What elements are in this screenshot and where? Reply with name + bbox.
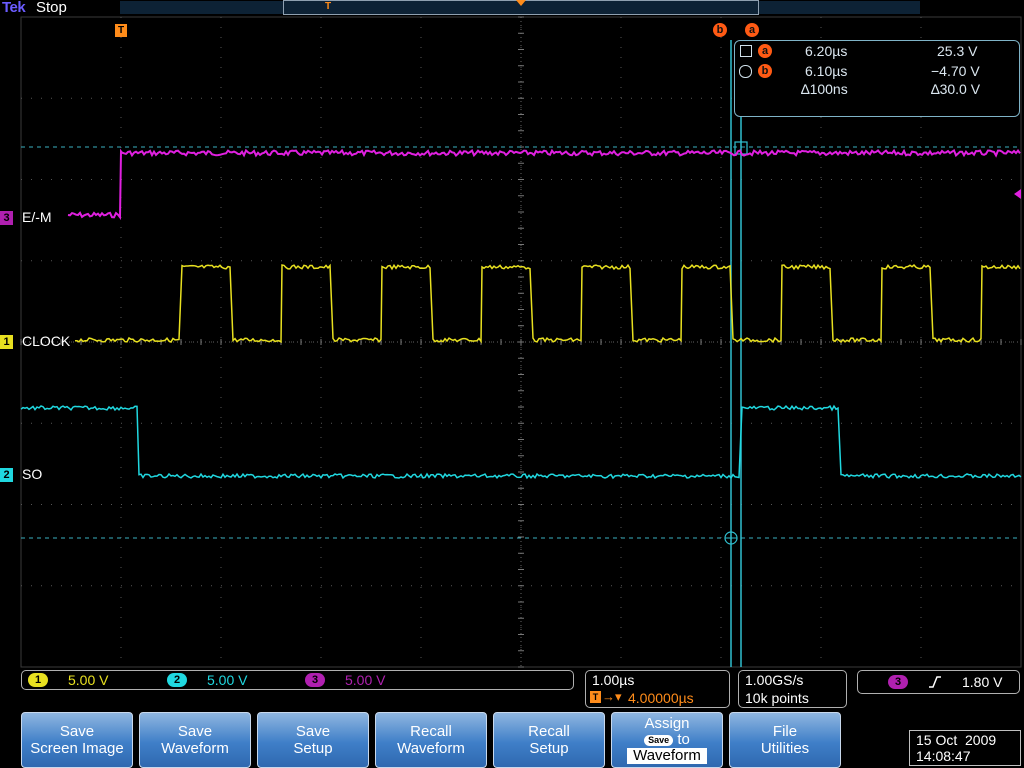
bezel-label: Waveform: [627, 748, 707, 764]
bezel-label: Waveform: [397, 740, 465, 757]
cursor-delta-time: ∆100ns: [801, 81, 848, 97]
horizontal-scale: 1.00µs: [592, 672, 635, 688]
channel-2-scale[interactable]: 5.00 V: [207, 672, 247, 688]
trigger-source-badge: 3: [888, 675, 908, 689]
bezel-label: File: [772, 723, 798, 740]
horizontal-arrow-icon: →▾: [602, 689, 622, 704]
channel-1-scale[interactable]: 5.00 V: [68, 672, 108, 688]
assign-save-button[interactable]: Assign Save to Waveform: [611, 712, 723, 768]
vertical-settings-bar[interactable]: 1 5.00 V 2 5.00 V 3 5.00 V: [21, 670, 574, 690]
cursor-a-readout-label: a: [758, 44, 772, 58]
trigger-settings-box[interactable]: 3 1.80 V: [857, 670, 1020, 694]
trigger-level: 1.80 V: [962, 674, 1003, 690]
cursor-b-label[interactable]: b: [713, 23, 727, 37]
recall-setup-button[interactable]: Recall Setup: [493, 712, 605, 768]
cursor-a-voltage: 25.3 V: [937, 43, 978, 59]
bezel-label: Screen Image: [30, 740, 124, 757]
file-utilities-button[interactable]: File Utilities: [729, 712, 841, 768]
trigger-position-mini-icon: T: [590, 691, 601, 703]
channel-1-ground-marker[interactable]: 1: [0, 335, 13, 349]
bezel-label: Save: [177, 723, 213, 740]
date-time-display: 15 Oct 2009 14:08:47: [909, 730, 1021, 766]
acquisition-settings-box[interactable]: 1.00GS/s 10k points: [738, 670, 847, 708]
trigger-position-icon[interactable]: T: [115, 24, 127, 37]
circle-cursor-icon: [739, 65, 752, 78]
bezel-label: Assign: [644, 715, 690, 732]
cursor-readout-panel[interactable]: a 6.20µs 25.3 V b 6.10µs −4.70 V ∆100ns …: [734, 40, 1020, 117]
horizontal-settings-box[interactable]: 1.00µs T →▾ 4.00000µs: [585, 670, 730, 708]
cursor-b-readout-label: b: [758, 64, 772, 78]
bezel-label: Recall: [410, 723, 452, 740]
time-text: 14:08:47: [916, 748, 971, 764]
channel-3-scale[interactable]: 5.00 V: [345, 672, 385, 688]
channel-3-ground-marker[interactable]: 3: [0, 211, 13, 225]
horizontal-trigger-position: 4.00000µs: [628, 690, 694, 706]
channel-3-label: E/-M: [22, 209, 52, 225]
bezel-label: to: [677, 731, 690, 748]
trigger-level-marker: [1014, 189, 1021, 199]
save-key-icon: Save: [644, 734, 674, 746]
bezel-label: Utilities: [760, 740, 810, 757]
channel-1-label: CLOCK: [22, 333, 71, 349]
rising-edge-icon: [929, 676, 941, 688]
cursor-a-time: 6.20µs: [805, 43, 848, 59]
bezel-label: Setup: [529, 740, 569, 757]
recall-waveform-button[interactable]: Recall Waveform: [375, 712, 487, 768]
bezel-label: Recall: [528, 723, 570, 740]
channel-3-waveform: [67, 148, 1021, 221]
cursor-a-label[interactable]: a: [745, 23, 759, 37]
channel-1-badge: 1: [28, 673, 48, 687]
channel-2-ground-marker[interactable]: 2: [0, 468, 13, 482]
date-text: 15 Oct 2009: [916, 732, 997, 748]
channel-2-label: SO: [22, 466, 43, 482]
bezel-label: Save: [59, 723, 95, 740]
square-cursor-icon: [740, 45, 752, 57]
channel-3-badge: 3: [305, 673, 325, 687]
sample-rate: 1.00GS/s: [745, 672, 804, 688]
cursor-delta-voltage: ∆30.0 V: [931, 81, 981, 97]
bezel-label: Waveform: [161, 740, 229, 757]
cursor-b-time: 6.10µs: [805, 63, 848, 79]
channel-1-waveform: [75, 263, 1021, 344]
bezel-label: Setup: [293, 740, 333, 757]
record-length: 10k points: [745, 690, 809, 706]
save-setup-button[interactable]: Save Setup: [257, 712, 369, 768]
save-screen-image-button[interactable]: Save Screen Image: [21, 712, 133, 768]
bezel-label: Save: [295, 723, 331, 740]
save-waveform-button[interactable]: Save Waveform: [139, 712, 251, 768]
channel-2-badge: 2: [167, 673, 187, 687]
cursor-b-voltage: −4.70 V: [931, 63, 980, 79]
